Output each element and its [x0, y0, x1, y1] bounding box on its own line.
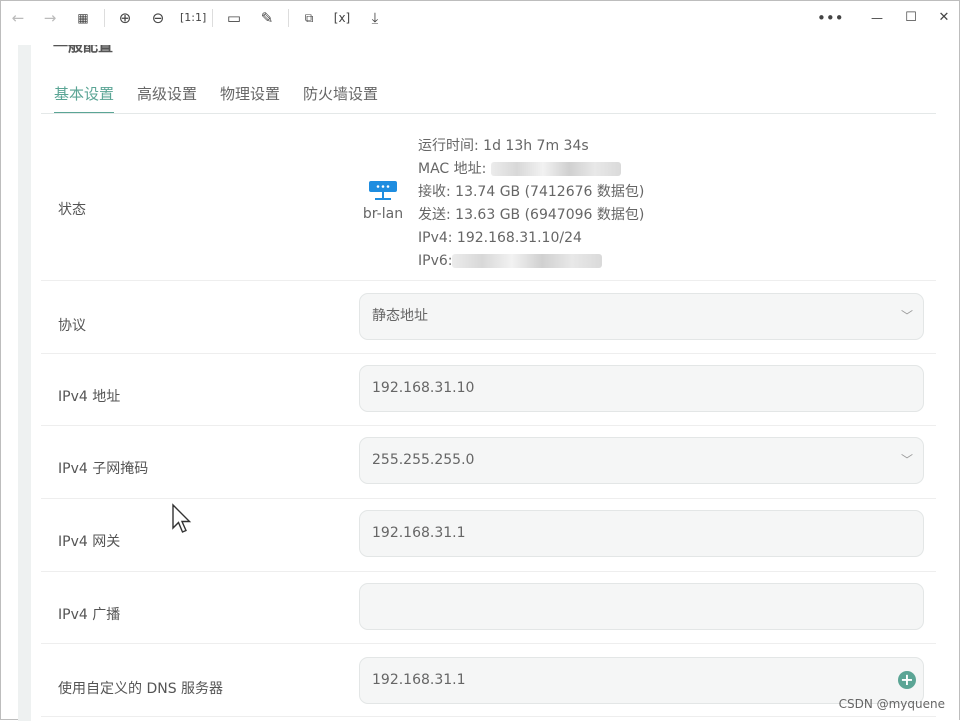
status-label: 状态: [58, 202, 86, 218]
status-info: 运行时间: 1d 13h 7m 34s MAC 地址: 接收: 13.74 GB…: [418, 135, 644, 273]
rx-stats: 接收: 13.74 GB (7412676 数据包): [418, 184, 645, 200]
ipv6-redacted: [452, 254, 603, 268]
protocol-label: 协议: [58, 318, 86, 334]
edit-icon[interactable]: ✎: [256, 7, 278, 29]
ipv4-address-input[interactable]: 192.168.31.10: [359, 365, 924, 412]
panel-title: 一般配置: [53, 45, 114, 55]
more-icon[interactable]: •••: [817, 7, 844, 29]
tab-firewall[interactable]: 防火墙设置: [303, 83, 378, 114]
watermark: CSDN @myquene: [838, 697, 945, 711]
ipv4-gateway-input[interactable]: 192.168.31.1: [359, 510, 924, 557]
ipv4-info: IPv4: 192.168.31.10/24: [418, 230, 582, 246]
tab-bar: 基本设置 高级设置 物理设置 防火墙设置: [54, 83, 378, 114]
dns-label: 使用自定义的 DNS 服务器: [58, 681, 224, 697]
back-arrow-icon[interactable]: ←: [7, 7, 29, 29]
maximize-button[interactable]: ☐: [900, 7, 922, 29]
tx-stats: 发送: 13.63 GB (6947096 数据包): [418, 207, 645, 223]
ipv4-broadcast-label: IPv4 广播: [58, 607, 121, 623]
close-button[interactable]: ✕: [933, 7, 955, 29]
dns-row: 使用自定义的 DNS 服务器 192.168.31.1 +: [41, 644, 936, 717]
protocol-select[interactable]: 静态地址 ﹀: [359, 293, 924, 340]
zoom-out-icon[interactable]: ⊖: [147, 7, 169, 29]
ipv4-broadcast-row: IPv4 广播: [41, 572, 936, 644]
add-icon[interactable]: +: [898, 671, 916, 689]
divider: [212, 9, 213, 27]
mac-redacted: [490, 162, 621, 176]
ipv4-gateway-row: IPv4 网关 192.168.31.1: [41, 499, 936, 572]
config-panel: 一般配置 基本设置 高级设置 物理设置 防火墙设置 状态 br-lan 运行时间…: [31, 45, 959, 721]
interface-name: br-lan: [362, 206, 404, 222]
viewer-toolbar: ← → ▦ ⊕ ⊖ [1:1] ▭ ✎ ⧉ [x] ⤓ ••• — ☐ ✕: [1, 1, 959, 45]
tab-physical[interactable]: 物理设置: [220, 83, 280, 114]
grid-icon[interactable]: ▦: [72, 7, 94, 29]
chevron-down-icon: ﹀: [900, 453, 913, 467]
protocol-row: 协议 静态地址 ﹀: [41, 281, 936, 354]
interface-block: br-lan: [361, 180, 405, 222]
ipv4-gateway-label: IPv4 网关: [58, 534, 121, 550]
minimize-button[interactable]: —: [866, 7, 888, 29]
side-strip: [18, 45, 31, 721]
divider: [104, 9, 105, 27]
mac-label: MAC 地址:: [418, 161, 487, 177]
download-icon[interactable]: ⤓: [364, 7, 386, 29]
translate-icon[interactable]: ⧉: [298, 7, 320, 29]
actual-size-icon[interactable]: [1:1]: [180, 7, 206, 29]
ipv4-address-label: IPv4 地址: [58, 389, 121, 405]
uptime: 运行时间: 1d 13h 7m 34s: [418, 138, 589, 154]
netmask-value: 255.255.255.0: [372, 452, 475, 468]
network-interface-icon: [369, 181, 397, 200]
zoom-in-icon[interactable]: ⊕: [114, 7, 136, 29]
ocr-icon[interactable]: [x]: [331, 7, 353, 29]
rotate-icon[interactable]: ▭: [223, 7, 245, 29]
mouse-cursor-icon: [172, 503, 192, 533]
tab-advanced[interactable]: 高级设置: [137, 83, 197, 114]
ipv4-netmask-select[interactable]: 255.255.255.0 ﹀: [359, 437, 924, 484]
ipv4-broadcast-input[interactable]: [359, 583, 924, 630]
protocol-value: 静态地址: [372, 308, 428, 324]
divider: [288, 9, 289, 27]
ipv4-netmask-label: IPv4 子网掩码: [58, 461, 149, 477]
chevron-down-icon: ﹀: [900, 309, 913, 323]
ipv4-address-row: IPv4 地址 192.168.31.10: [41, 354, 936, 426]
forward-arrow-icon[interactable]: →: [39, 7, 61, 29]
ipv4-netmask-row: IPv4 子网掩码 255.255.255.0 ﹀: [41, 426, 936, 499]
tab-basic[interactable]: 基本设置: [54, 83, 115, 114]
dns-value: 192.168.31.1: [372, 672, 466, 688]
ipv6-label: IPv6:: [418, 253, 453, 269]
